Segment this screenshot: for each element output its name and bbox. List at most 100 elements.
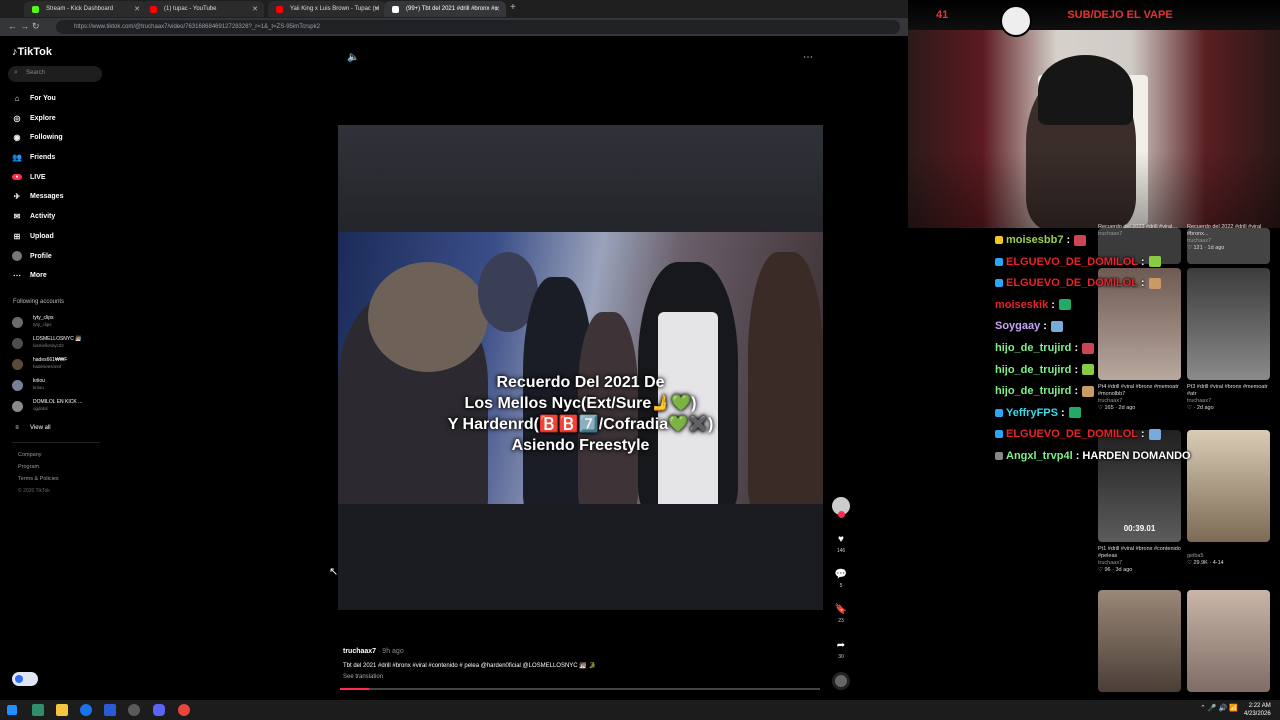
thumbnail-likes: 96 — [1104, 567, 1111, 573]
chat-separator: : — [1048, 298, 1055, 311]
chat-emote-icon — [1074, 234, 1087, 246]
start-icon[interactable] — [7, 705, 17, 715]
tab-title: (99+) Tbt del 2021 #drill #bronx #c — [406, 6, 498, 12]
tab-youtube-tupac[interactable]: (1) tupac - YouTube ✕ — [142, 1, 264, 17]
reload-icon[interactable]: ↻ — [32, 21, 40, 32]
nav-profile[interactable]: Profile — [12, 249, 52, 263]
nav-for-you[interactable]: ⌂ For You — [12, 91, 56, 105]
view-all-link[interactable]: ≡ View all — [12, 421, 50, 435]
nav-activity[interactable]: ✉ Activity — [12, 209, 56, 223]
stream-chat: moisesbb7 : ELGUEVO_DE_DOMILOL : ELGUEVO_D… — [995, 228, 1195, 468]
forward-icon[interactable]: → — [20, 21, 29, 31]
video-thumbnail[interactable] — [1098, 590, 1181, 692]
nav-label: For You — [30, 94, 56, 102]
footer-copyright: © 2026 TikTok — [18, 488, 50, 494]
autoscroll-toggle[interactable] — [12, 672, 38, 686]
chat-username[interactable]: hijo_de_trujird — [995, 364, 1071, 376]
browser-icon[interactable] — [178, 704, 190, 716]
chat-emote-icon — [1050, 320, 1063, 332]
caption-line: Recuerdo Del 2021 De — [496, 374, 665, 391]
back-icon[interactable]: ← — [8, 21, 17, 31]
address-bar[interactable]: https://www.tiktok.com/@truchaax7/video/… — [56, 20, 900, 34]
volume-icon[interactable]: 🔈 — [347, 52, 359, 63]
nav-explore[interactable]: ◎ Explore — [12, 111, 56, 125]
chat-username[interactable]: ELGUEVO_DE_DOMILOL — [1006, 256, 1138, 268]
footer-program[interactable]: Program — [18, 464, 39, 470]
follow-plus-icon[interactable] — [837, 511, 845, 518]
footer-terms[interactable]: Terms & Policies — [18, 476, 59, 482]
nav-label: Messages — [30, 192, 64, 200]
like-button[interactable]: ♥ 146 — [832, 534, 850, 554]
chat-username[interactable]: Soygaay — [995, 320, 1040, 332]
tab-kick-dashboard[interactable]: Stream - Kick Dashboard ✕ — [24, 1, 146, 17]
video-author[interactable]: truchaax7 · 9h ago — [343, 648, 404, 655]
nav-label: LIVE — [30, 173, 46, 181]
tiktok-logo-icon: ♪ — [12, 46, 18, 58]
chat-username[interactable]: Angxl_trvp4l — [1006, 450, 1073, 462]
comment-button[interactable]: 💬 5 — [832, 569, 850, 589]
music-disc-button[interactable] — [832, 672, 850, 690]
chat-badge-icon — [995, 408, 1003, 417]
video-thumbnail[interactable] — [1187, 430, 1270, 542]
nav-messages[interactable]: ✈ Messages — [12, 189, 64, 203]
chat-emote-icon — [1058, 299, 1071, 311]
terminal-icon[interactable] — [32, 704, 44, 716]
webcam-shade — [908, 150, 1280, 228]
thumbnail-time: · 3d ago — [1112, 567, 1133, 573]
chat-separator: : — [1137, 277, 1145, 290]
chat-username[interactable]: ELGUEVO_DE_DOMILOL — [1006, 428, 1138, 440]
video-thumbnail[interactable] — [1187, 268, 1270, 380]
app-icon[interactable] — [104, 704, 116, 716]
caption-line: Y Hardenrd(🅱️🅱️7️⃣/Cofradia💚✖️) — [447, 416, 714, 433]
close-tab-icon[interactable]: ✕ — [134, 5, 140, 13]
nav-live[interactable]: ● LIVE — [12, 170, 46, 184]
close-tab-icon[interactable]: ✕ — [494, 5, 500, 13]
tab-youtube-yaii-king[interactable]: Yaii King x Luis Brown - Tupac (vi ✕ — [268, 1, 386, 17]
discord-icon[interactable] — [153, 704, 165, 716]
chrome-icon[interactable] — [80, 704, 92, 716]
nav-label: Profile — [30, 252, 52, 260]
chat-username[interactable]: moisesbb7 — [1006, 234, 1063, 246]
tab-tiktok-active[interactable]: (99+) Tbt del 2021 #drill #bronx #c ✕ — [384, 1, 506, 17]
chat-username[interactable]: moiseskik — [995, 299, 1048, 311]
obs-icon[interactable] — [128, 704, 140, 716]
thumbnail-time: · 2d ago — [1193, 405, 1214, 411]
chat-username[interactable]: YeffryFPS — [1006, 407, 1058, 419]
more-options-icon[interactable]: ⋯ — [803, 52, 813, 63]
thumbnail-user: truchaax7 — [1187, 398, 1212, 404]
messages-icon: ✈ — [13, 191, 21, 201]
folder-icon[interactable] — [56, 704, 68, 716]
close-tab-icon[interactable]: ✕ — [252, 5, 258, 13]
account-name: DOMILOL EN KICK ... — [33, 399, 83, 405]
account-handle: ogdolol — [33, 406, 48, 411]
nav-label: More — [30, 271, 47, 279]
new-tab-icon[interactable]: + — [510, 2, 516, 13]
friends-icon: 👥 — [12, 152, 22, 162]
chat-message: Angxl_trvp4l : HARDEN DOMANDO — [995, 450, 1191, 462]
chat-username[interactable]: hijo_de_trujird — [995, 385, 1071, 397]
close-tab-icon[interactable]: ✕ — [374, 5, 380, 13]
share-button[interactable]: ➦ 30 — [832, 640, 850, 660]
system-tray-icon[interactable]: ⌃ 🎤 🔊 📶 — [1200, 704, 1238, 712]
nav-label: Activity — [30, 212, 56, 220]
tiktok-logo[interactable]: ♪TikTok — [12, 46, 52, 58]
search-input[interactable]: ⌕ Search — [8, 66, 102, 82]
viewer-count: 41 — [936, 9, 949, 21]
nav-upload[interactable]: ⊞ Upload — [12, 229, 54, 243]
nav-following[interactable]: ◉ Following — [12, 130, 63, 144]
author-avatar-button[interactable] — [832, 497, 850, 518]
save-button[interactable]: 🔖 23 — [832, 604, 850, 624]
post-time: · 9h ago — [378, 648, 404, 655]
chat-message: ELGUEVO_DE_DOMILOL : — [995, 277, 1161, 289]
video-thumbnail[interactable] — [1187, 590, 1270, 692]
video-progress-bar[interactable] — [340, 688, 820, 690]
chat-username[interactable]: ELGUEVO_DE_DOMILOL — [1006, 277, 1138, 289]
account-name: tyty_clips — [33, 315, 54, 321]
taskbar-clock[interactable]: 2:22 AM 4/23/2026 — [1244, 702, 1271, 718]
video-description: Tbt del 2021 #drill #bronx #viral #conte… — [343, 663, 596, 669]
nav-more[interactable]: ⋯ More — [12, 268, 47, 282]
nav-friends[interactable]: 👥 Friends — [12, 150, 55, 164]
footer-company[interactable]: Company — [18, 452, 42, 458]
chat-username[interactable]: hijo_de_trujird — [995, 342, 1071, 354]
see-translation-link[interactable]: See translation — [343, 674, 383, 680]
